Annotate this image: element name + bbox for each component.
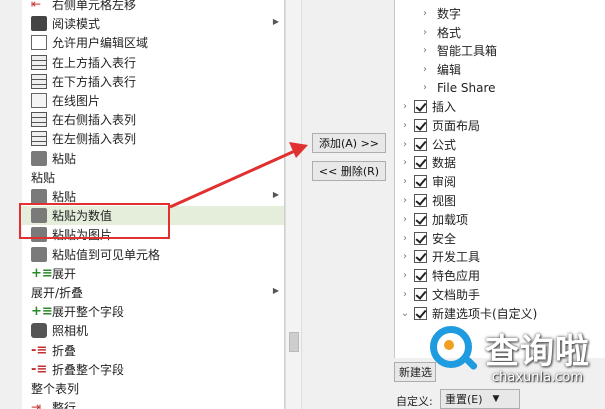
watermark-brand: 查询啦 xyxy=(485,332,590,372)
watermark-logo: 查询啦 chaxunla.com xyxy=(430,322,605,394)
watermark-domain: chaxunla.com xyxy=(492,370,583,385)
